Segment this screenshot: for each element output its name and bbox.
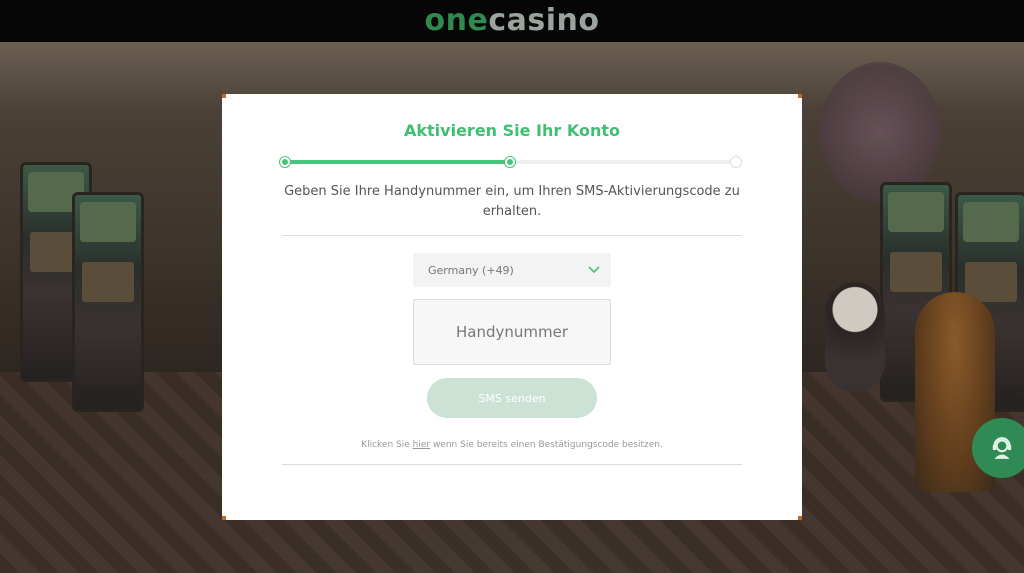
support-chat-button[interactable] (972, 418, 1024, 478)
background-blossom-tree (820, 62, 940, 202)
country-code-select[interactable]: Germany (+49) (413, 253, 611, 287)
logo-casino-text: casino (488, 3, 600, 38)
logo-one-text: one (424, 3, 489, 38)
instruction-text: Geben Sie Ihre Handynummer ein, um Ihren… (284, 184, 740, 219)
support-agent-icon (992, 437, 1012, 459)
modal-corner (798, 94, 802, 98)
background-panda-mascot (825, 282, 885, 392)
divider (282, 235, 742, 236)
modal-corner (222, 94, 226, 98)
chevron-down-icon (587, 263, 601, 277)
activate-account-modal: Aktivieren Sie Ihr Konto Geben Sie Ihre … (222, 94, 802, 520)
existing-code-link[interactable]: hier (413, 440, 430, 450)
background-slot-machine (72, 192, 144, 412)
progress-fill (286, 160, 511, 164)
top-header: onecasino (0, 0, 1024, 42)
country-code-value: Germany (+49) (428, 263, 514, 277)
divider (282, 464, 742, 465)
step-progress-bar (280, 156, 742, 168)
progress-step-1 (280, 157, 290, 167)
modal-corner (222, 516, 226, 520)
hint-suffix: wenn Sie bereits einen Bestätigungscode … (430, 440, 663, 450)
hint-prefix: Klicken Sie (361, 440, 413, 450)
onecasino-logo[interactable]: onecasino (425, 6, 600, 36)
phone-number-input[interactable] (413, 299, 611, 365)
modal-corner (798, 516, 802, 520)
existing-code-hint: Klicken Sie hier wenn Sie bereits einen … (282, 440, 742, 450)
progress-step-2 (505, 157, 515, 167)
modal-title: Aktivieren Sie Ihr Konto (404, 121, 620, 140)
send-sms-button[interactable]: SMS senden (427, 378, 597, 418)
progress-step-3 (730, 156, 742, 168)
